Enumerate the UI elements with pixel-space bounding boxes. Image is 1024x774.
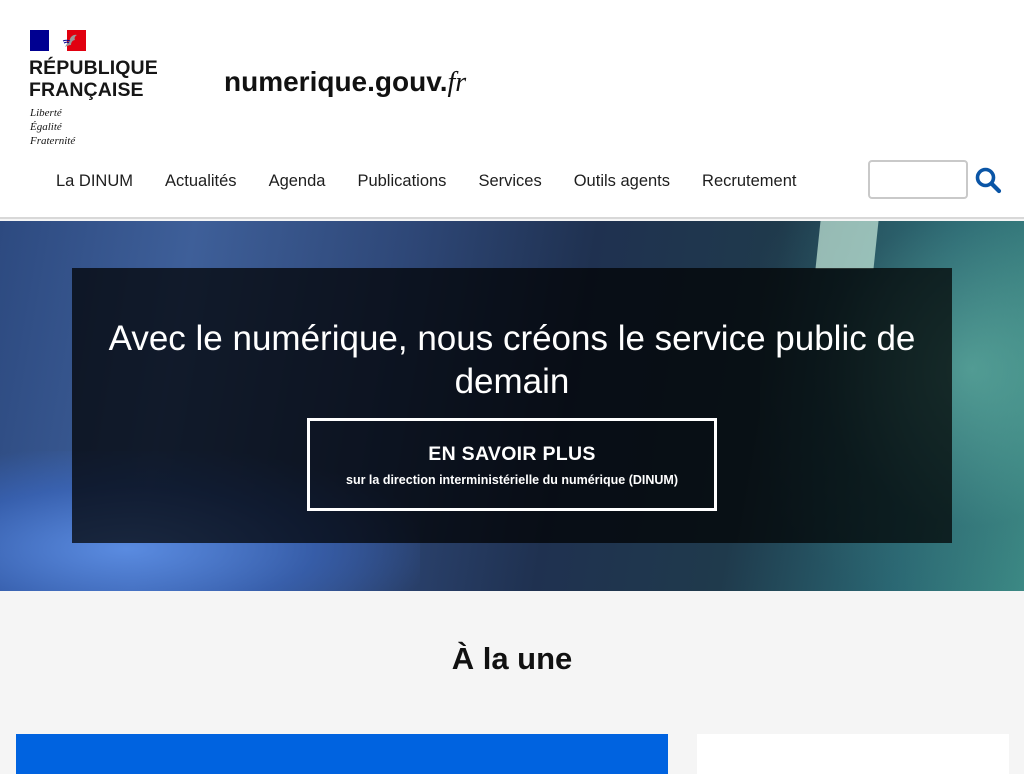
- nav-item-la-dinum[interactable]: La DINUM: [40, 162, 149, 200]
- site-header: République Française Liberté Égalité Fra…: [0, 0, 1024, 219]
- nav-item-recrutement[interactable]: Recrutement: [686, 162, 812, 200]
- site-title[interactable]: numerique.gouv.fr: [224, 64, 466, 101]
- cta-sub-label: sur la direction interministérielle du n…: [346, 473, 678, 487]
- search-icon: [975, 167, 1002, 194]
- hero-overlay: Avec le numérique, nous créons le servic…: [72, 268, 952, 543]
- search-input[interactable]: [868, 160, 968, 199]
- hero-background-card: [815, 221, 879, 269]
- nav-item-actualites[interactable]: Actualités: [149, 162, 253, 200]
- cta-main-label: EN SAVOIR PLUS: [428, 443, 596, 465]
- nav-item-services[interactable]: Services: [462, 162, 557, 200]
- search-button[interactable]: [974, 166, 1002, 194]
- marianne-icon: [62, 34, 77, 47]
- motto-egalite: Égalité: [30, 121, 62, 133]
- nav-item-outils-agents[interactable]: Outils agents: [558, 162, 686, 200]
- main-navigation: La DINUM Actualités Agenda Publications …: [40, 162, 813, 200]
- motto-fraternite: Fraternité: [30, 135, 76, 147]
- nav-item-publications[interactable]: Publications: [341, 162, 462, 200]
- hero-banner: Avec le numérique, nous créons le servic…: [0, 221, 1024, 591]
- site-title-tld: fr: [447, 67, 467, 98]
- en-savoir-plus-button[interactable]: EN SAVOIR PLUS sur la direction intermin…: [307, 418, 717, 511]
- section-title-a-la-une: À la une: [451, 641, 573, 676]
- hero-headline: Avec le numérique, nous créons le servic…: [108, 319, 916, 401]
- site-title-main: numerique.gouv.: [224, 66, 448, 97]
- motto-liberte: Liberté: [30, 107, 62, 119]
- featured-card-secondary[interactable]: [697, 734, 1009, 774]
- republique-francaise-wordmark: République Française: [29, 57, 158, 101]
- featured-card-primary[interactable]: [16, 734, 668, 774]
- republic-motto: Liberté Égalité Fraternité: [30, 106, 75, 148]
- french-flag-icon: [30, 30, 86, 51]
- nav-item-agenda[interactable]: Agenda: [253, 162, 342, 200]
- republique-francaise-logo[interactable]: République Française Liberté Égalité Fra…: [29, 29, 169, 149]
